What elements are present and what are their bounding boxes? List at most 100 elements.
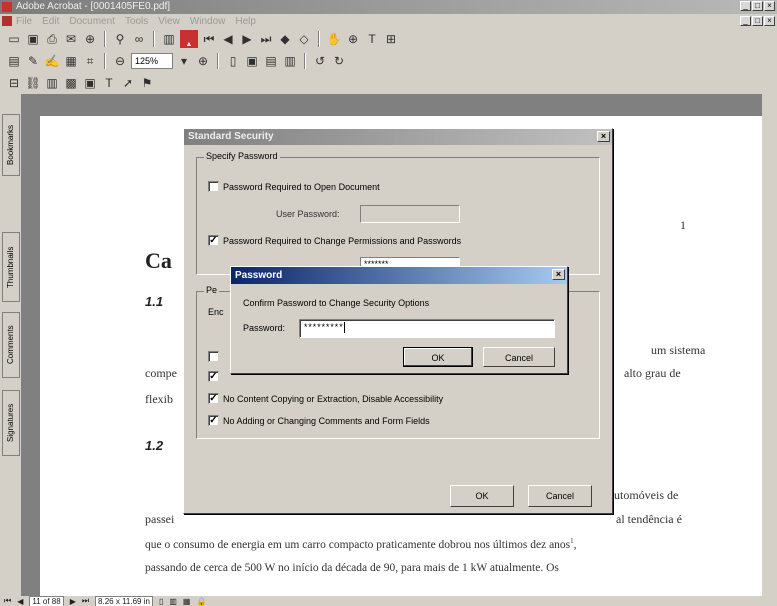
menu-edit[interactable]: Edit [42,16,59,27]
binoculars-icon[interactable]: ∞ [131,31,147,47]
rotate-left-icon[interactable]: ↺ [312,53,328,69]
permission-checkbox-1[interactable] [208,351,219,362]
zoom-in-icon[interactable]: ⊕ [195,53,211,69]
title-bar: Adobe Acrobat - [0001405FE0.pdf] _ □ × [0,0,777,14]
vertical-scrollbar[interactable] [762,94,777,596]
fit-page-icon[interactable]: ▣ [244,53,260,69]
article-tool-icon[interactable]: ▥ [44,75,60,91]
open-document-password-checkbox[interactable]: Password Required to Open Document [208,181,380,192]
menu-file[interactable]: File [16,16,32,27]
crop-tool-icon[interactable]: ⌗ [82,53,98,69]
standard-security-title-bar: Standard Security × [184,129,612,145]
text-select-icon[interactable]: T [364,31,380,47]
password-label: Password: [243,323,286,333]
go-forward-icon[interactable]: ◇ [296,31,312,47]
first-page-icon[interactable]: ⏮ [201,31,217,47]
last-page-nav-icon[interactable]: ⏭ [82,596,89,606]
standard-security-ok-button[interactable]: OK [450,485,514,507]
change-permissions-password-checkbox[interactable]: ✓ Password Required to Change Permission… [208,235,461,246]
facing-icon[interactable]: ▦ [183,597,191,606]
password-dialog-title: Password [235,270,283,281]
touchup-object-icon[interactable]: ➚ [120,75,136,91]
last-page-icon[interactable]: ⏭ [258,31,274,47]
form-tool-icon[interactable]: ▦ [63,53,79,69]
standard-security-close-button[interactable]: × [597,131,610,142]
zoom-out-icon[interactable]: ⊖ [112,53,128,69]
go-back-icon[interactable]: ◆ [277,31,293,47]
zoom-dropdown-icon[interactable]: ▾ [176,53,192,69]
close-button[interactable]: × [764,1,775,11]
continuous-icon[interactable]: ▥ [169,597,177,606]
zoom-tool-icon[interactable]: ⊕ [345,31,361,47]
save-icon[interactable]: ▣ [25,31,41,47]
open-icon[interactable]: ▭ [6,31,22,47]
separator [104,53,106,69]
pencil-tool-icon[interactable]: ✎ [25,53,41,69]
actual-size-icon[interactable]: ▯ [225,53,241,69]
menu-bar: File Edit Document Tools View Window Hel… [0,14,777,28]
doc-minimize-button[interactable]: _ [740,16,751,26]
single-page-icon[interactable]: ▯ [159,597,163,606]
password-input[interactable]: ********* [299,319,555,338]
table-icon[interactable]: ⊟ [6,75,22,91]
body-line-1-right: um sistema [651,343,706,357]
no-content-copying-checkbox[interactable]: ✓ No Content Copying or Extraction, Disa… [208,393,443,404]
bookmark-tool-icon[interactable]: ⚑ [139,75,155,91]
checkbox-unchecked[interactable] [208,351,219,362]
page-indicator[interactable]: 11 of 88 [29,595,64,606]
menu-tools[interactable]: Tools [125,16,148,27]
user-password-field[interactable] [360,205,460,223]
password-ok-button[interactable]: OK [403,347,473,367]
highlight-tool-icon[interactable]: ✍ [44,53,60,69]
doc-restore-button[interactable]: □ [752,16,763,26]
previous-page-icon[interactable]: ◀ [220,31,236,47]
maximize-button[interactable]: □ [752,1,763,11]
fit-visible-icon[interactable]: ▥ [282,53,298,69]
tab-bookmarks[interactable]: Bookmarks [2,114,20,176]
no-comments-checkbox[interactable]: ✓ No Adding or Changing Comments and For… [208,415,430,426]
body-line-2-right: alto grau de [624,366,681,380]
tab-comments[interactable]: Comments [2,312,20,378]
checkbox-checked[interactable]: ✓ [208,415,219,426]
movie-tool-icon[interactable]: ▩ [63,75,79,91]
search-icon[interactable]: ⚲ [112,31,128,47]
menu-help[interactable]: Help [235,16,256,27]
doc-close-button[interactable]: × [764,16,775,26]
email-icon[interactable]: ✉ [63,31,79,47]
column-select-icon[interactable]: ⊞ [383,31,399,47]
permission-checkbox-2[interactable]: ✓ [208,371,219,382]
menu-document[interactable]: Document [69,16,115,27]
create-pdf-icon[interactable]: ⊕ [82,31,98,47]
next-page-icon[interactable]: ▶ [239,31,255,47]
toolbar-row-3: ⊟ ⛓ ▥ ▩ ▣ T ➚ ⚑ [0,72,777,94]
fit-width-icon[interactable]: ▤ [263,53,279,69]
checkbox-checked[interactable]: ✓ [208,371,219,382]
checkbox-checked[interactable]: ✓ [208,235,219,246]
menu-view[interactable]: View [158,16,180,27]
next-page-nav-icon[interactable]: ▶ [70,597,76,606]
prev-page-nav-icon[interactable]: ◀ [17,597,23,606]
checkbox-unchecked[interactable] [208,181,219,192]
tab-signatures[interactable]: Signatures [2,390,20,456]
hand-tool-icon[interactable]: ✋ [326,31,342,47]
form-field-icon[interactable]: ▣ [82,75,98,91]
minimize-button[interactable]: _ [740,1,751,11]
note-tool-icon[interactable]: ▤ [6,53,22,69]
tab-thumbnails[interactable]: Thumbnails [2,232,20,302]
print-icon[interactable]: ⎙ [44,31,60,47]
first-page-nav-icon[interactable]: ⏮ [4,596,11,606]
menu-window[interactable]: Window [190,16,226,27]
rotate-right-icon[interactable]: ↻ [331,53,347,69]
permissions-group-label: Pe [204,285,220,295]
touchup-text-icon[interactable]: T [101,75,117,91]
password-cancel-button[interactable]: Cancel [483,347,555,367]
standard-security-cancel-button[interactable]: Cancel [528,485,592,507]
link-tool-icon[interactable]: ⛓ [25,75,41,91]
password-close-button[interactable]: × [552,269,565,280]
toolbar-row-2: ▤ ✎ ✍ ▦ ⌗ ⊖ 125% ▾ ⊕ ▯ ▣ ▤ ▥ ↺ ↻ [0,50,777,72]
zoom-level-field[interactable]: 125% [131,53,173,69]
body-line-3-left: flexib [145,392,173,406]
show-hide-icon[interactable]: ▥ [161,31,177,47]
adobe-online-icon[interactable]: ▲ [180,30,198,48]
checkbox-checked[interactable]: ✓ [208,393,219,404]
